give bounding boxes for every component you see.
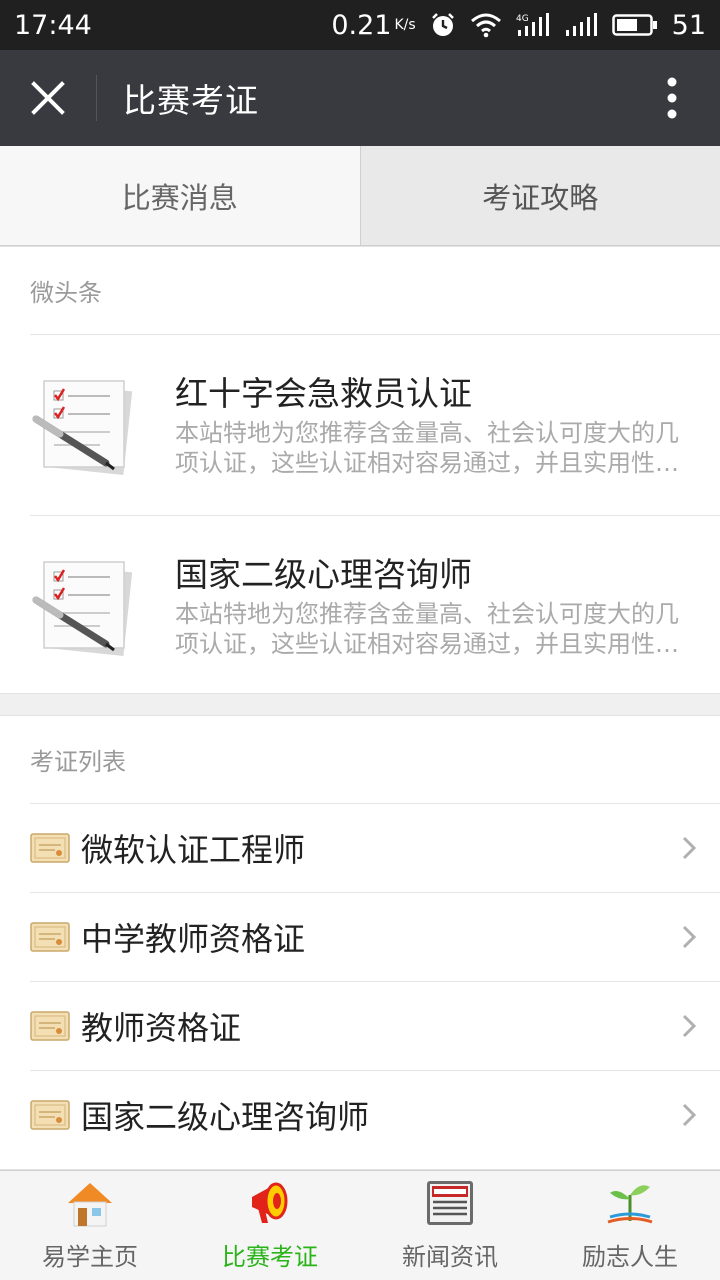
wifi-icon [470, 13, 501, 38]
certificate-icon [30, 922, 70, 952]
cert-label: 中学教师资格证 [81, 920, 306, 958]
more-options-button[interactable] [624, 50, 720, 146]
nav-item-news[interactable]: 新闻资讯 [360, 1171, 540, 1280]
tab-certification-guide[interactable]: 考证攻略 [359, 146, 720, 245]
nav-label: 易学主页 [42, 1243, 138, 1271]
tab-bar: 比赛消息 考证攻略 [0, 146, 720, 246]
status-icons: 0.21 K/s 4G 51 [331, 10, 706, 41]
nav-label: 比赛考证 [222, 1243, 318, 1271]
certificate-icon [30, 1011, 70, 1041]
status-time: 17:44 [14, 9, 92, 41]
news-description: 本站特地为您推荐含金量高、社会认可度大的几项认证，这些认证相对容易通过，并且实用… [175, 419, 679, 477]
news-item[interactable]: 国家二级心理咨询师 本站特地为您推荐含金量高、社会认可度大的几项认证，这些认证相… [0, 516, 720, 696]
network-speed: 0.21 K/s [331, 9, 416, 41]
cert-list-item[interactable]: 教师资格证 [0, 982, 720, 1070]
title-bar: 比赛考证 [0, 50, 720, 146]
nav-label: 新闻资讯 [402, 1243, 498, 1271]
close-button[interactable] [0, 50, 96, 146]
alarm-icon [431, 13, 454, 36]
checklist-document-icon [32, 380, 133, 475]
page-title: 比赛考证 [123, 81, 259, 120]
home-icon [68, 1183, 112, 1227]
certificate-icon [30, 1100, 70, 1130]
news-description: 本站特地为您推荐含金量高、社会认可度大的几项认证，这些认证相对容易通过，并且实用… [175, 600, 679, 658]
close-icon [31, 81, 65, 115]
bottom-nav: 易学主页 比赛考证 新闻资讯 励志人生 [0, 1170, 720, 1280]
battery-icon [611, 14, 657, 36]
cert-list-item[interactable]: 微软认证工程师 [0, 804, 720, 892]
cert-label: 国家二级心理咨询师 [81, 1098, 370, 1136]
cert-list-section: 考证列表 微软认证工程师 中学教师资格证 教师资格证 国家二级心理咨询师 [0, 715, 720, 1170]
chevron-right-icon [682, 1103, 696, 1127]
headlines-section: 微头条 红十字会急救员认证 本站特地为您推荐含金量高、社会认可度大的几项认证，这… [0, 246, 720, 694]
signal-4g-icon: 4G [516, 13, 549, 36]
nav-item-inspiration[interactable]: 励志人生 [540, 1171, 720, 1280]
more-vertical-icon [667, 77, 677, 119]
section-title-cert-list: 考证列表 [30, 748, 126, 776]
chevron-right-icon [682, 1014, 696, 1038]
section-title-headlines: 微头条 [30, 279, 102, 307]
nav-label: 励志人生 [582, 1243, 678, 1271]
newspaper-icon [427, 1181, 473, 1225]
signal-icon [565, 13, 597, 36]
cert-label: 教师资格证 [81, 1009, 242, 1047]
nav-item-home[interactable]: 易学主页 [0, 1171, 180, 1280]
news-title: 红十字会急救员认证 [175, 374, 472, 413]
cert-list-item[interactable]: 国家二级心理咨询师 [0, 1071, 720, 1159]
certificate-icon [30, 833, 70, 863]
sprout-icon [607, 1185, 653, 1224]
tab-competition-news[interactable]: 比赛消息 [0, 146, 360, 245]
title-divider [96, 75, 97, 121]
svg-text:4G: 4G [516, 14, 529, 24]
cert-label: 微软认证工程师 [81, 831, 306, 869]
news-item[interactable]: 红十字会急救员认证 本站特地为您推荐含金量高、社会认可度大的几项认证，这些认证相… [0, 335, 720, 515]
megaphone-icon [252, 1182, 288, 1223]
nav-item-competition[interactable]: 比赛考证 [180, 1171, 360, 1280]
battery-level: 51 [671, 9, 706, 41]
chevron-right-icon [682, 925, 696, 949]
news-title: 国家二级心理咨询师 [175, 555, 472, 594]
chevron-right-icon [682, 836, 696, 860]
status-bar: 17:44 0.21 K/s 4G 51 [0, 0, 720, 50]
cert-list-item[interactable]: 中学教师资格证 [0, 893, 720, 981]
checklist-document-icon [32, 561, 133, 656]
